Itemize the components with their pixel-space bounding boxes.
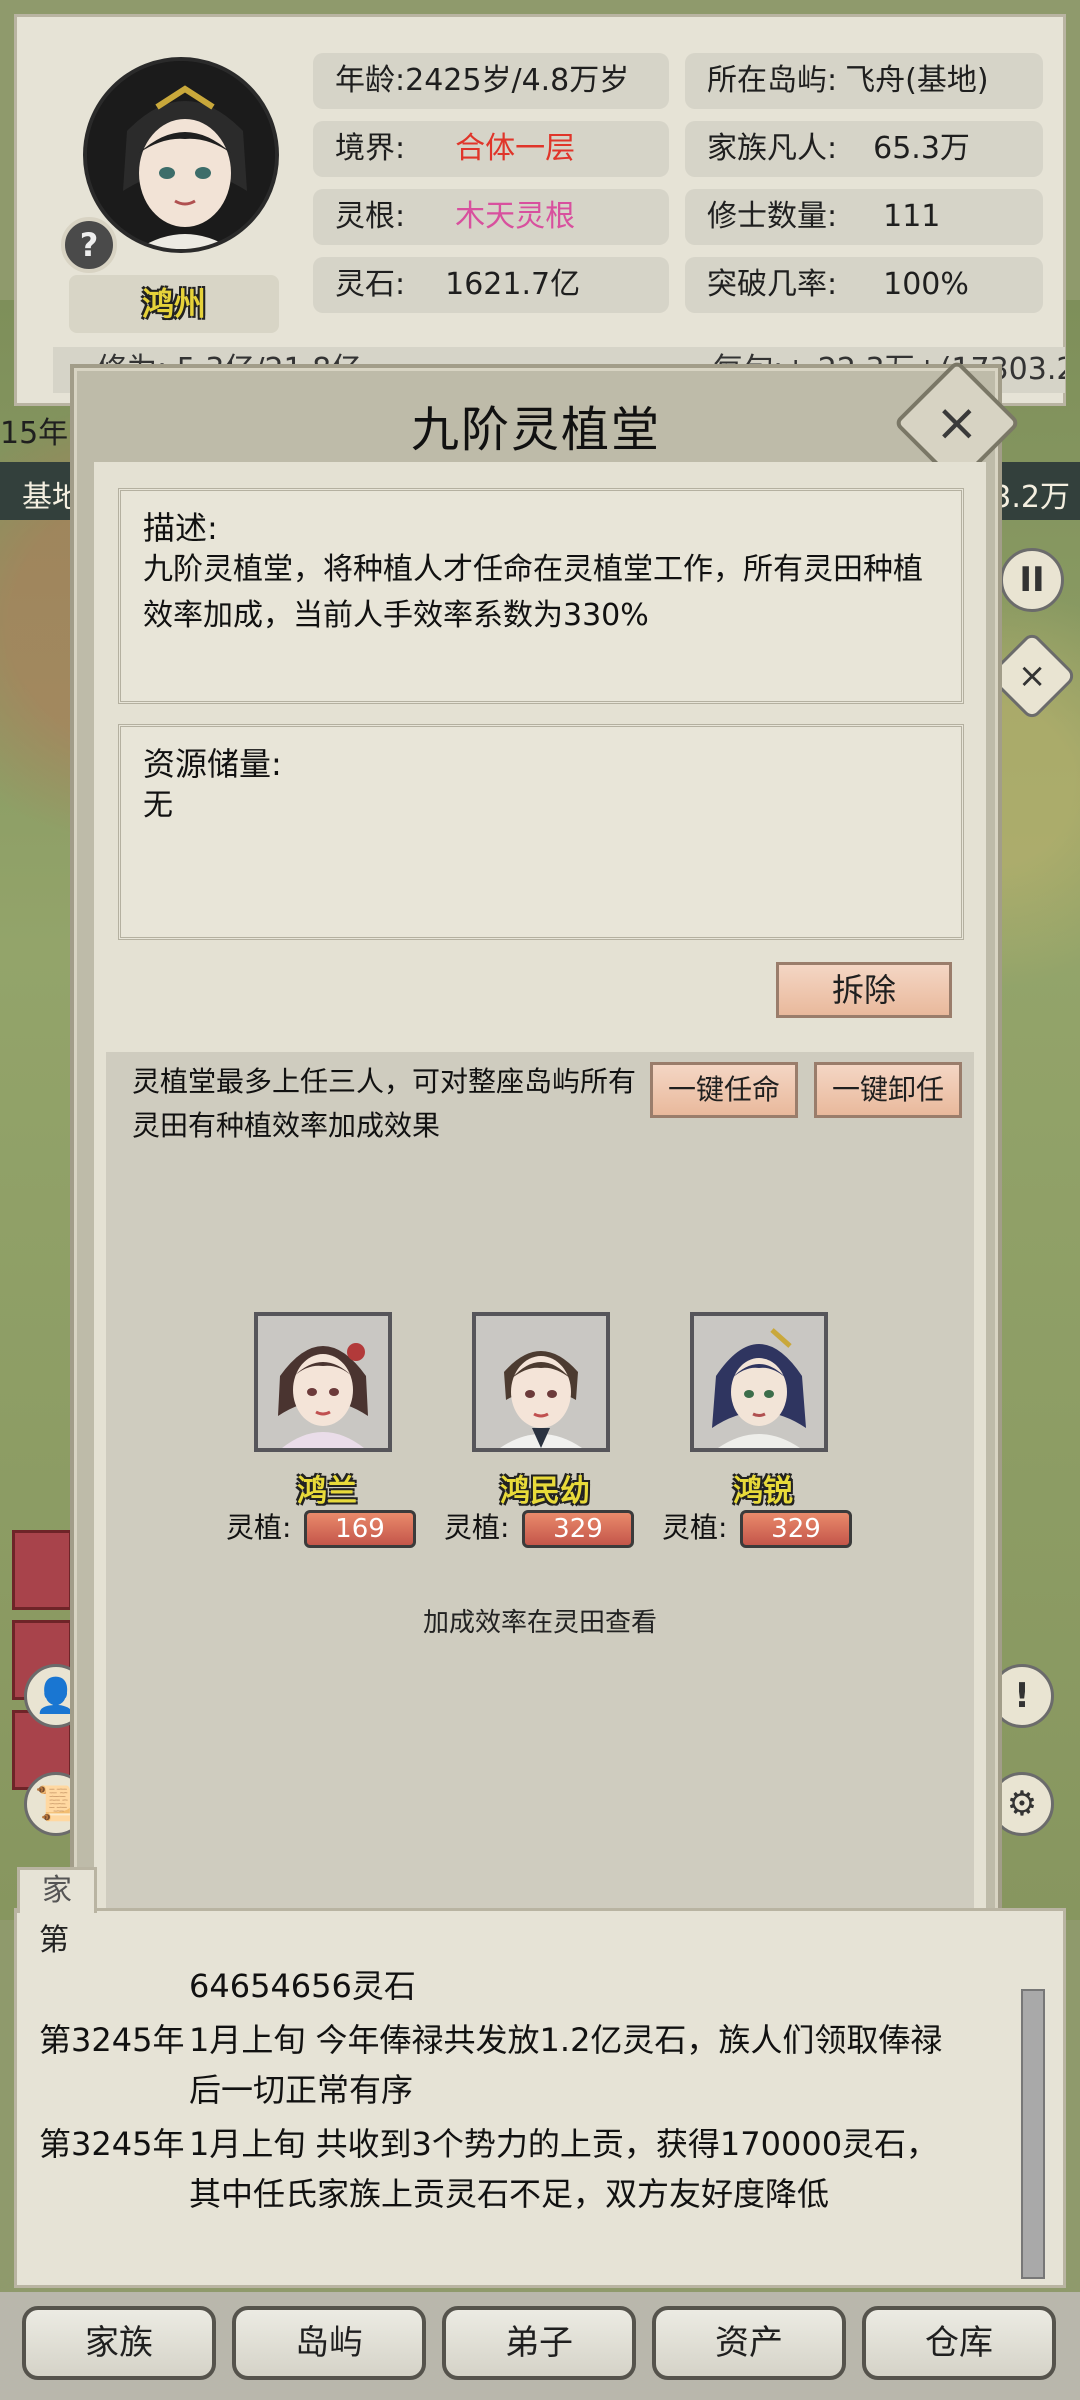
- bottom-navigation: 家族 岛屿 弟子 资产 仓库: [0, 2292, 1080, 2400]
- pause-icon: II: [1019, 560, 1045, 600]
- gear-icon: ⚙: [1006, 1784, 1038, 1824]
- family-label: 家族凡人:: [707, 131, 838, 166]
- log-entry: 第3245年 1月上旬 共收到3个势力的上贡，获得170000灵石，: [39, 2119, 938, 2165]
- close-icon: ×: [1017, 656, 1047, 696]
- appoint-all-button[interactable]: 一键任命: [650, 1062, 798, 1118]
- staff-name: 鸿民幼: [500, 1474, 590, 1509]
- status-panel: ? 鸿州 年龄:2425岁/4.8万岁 境界: 合体一层 灵根: 木天灵根 灵石: 1…: [14, 14, 1066, 406]
- skill-label: 灵植:: [444, 1511, 510, 1544]
- log-fragment: 第: [39, 1923, 69, 1958]
- resource-header: 资源储量:: [143, 745, 282, 783]
- staff-panel: 灵植堂最多上任三人，可对整座岛屿所有灵田有种植效率加成效果 一键任命 一键卸任 …: [106, 1052, 974, 1992]
- realm-stat: 境界: 合体一层: [313, 121, 669, 177]
- root-stat: 灵根: 木天灵根: [313, 189, 669, 245]
- world-bar-right: 3.2万: [992, 480, 1070, 515]
- staff-portrait[interactable]: [254, 1312, 392, 1452]
- island-label: 所在岛屿:: [707, 63, 838, 98]
- stone-stat: 灵石: 1621.7亿: [313, 257, 669, 313]
- log-year: 第3245年: [39, 2021, 185, 2059]
- nav-disciple-button[interactable]: 弟子: [442, 2306, 636, 2380]
- staff-name: 鸿兰: [297, 1474, 357, 1509]
- cultivator-stat: 修士数量: 111: [685, 189, 1043, 245]
- description-header: 描述:: [143, 509, 218, 547]
- bonus-hint: 加成效率在灵田查看: [422, 1608, 657, 1638]
- log-text: 64654656灵石: [189, 1967, 416, 2005]
- nav-warehouse-button[interactable]: 仓库: [862, 2306, 1056, 2380]
- log-scrollbar[interactable]: [1021, 1989, 1045, 2279]
- avatar-portrait: [87, 61, 275, 249]
- exclamation-icon: !: [1014, 1676, 1030, 1716]
- island-value: 飞舟(基地): [845, 63, 989, 98]
- log-year: 第3245年: [39, 2125, 185, 2163]
- age-value: 2425岁/4.8万岁: [405, 63, 630, 98]
- breakthrough-value: 100%: [883, 267, 969, 302]
- island-stat: 所在岛屿: 飞舟(基地): [685, 53, 1043, 109]
- description-text: 九阶灵植堂，将种植人才任命在灵植堂工作，所有灵田种植效率加成，当前人手效率系数为…: [143, 552, 923, 633]
- character-name: 鸿州: [69, 275, 279, 333]
- stone-label: 灵石:: [335, 267, 406, 302]
- skill-value: 329: [522, 1510, 634, 1548]
- dismiss-all-button[interactable]: 一键卸任: [814, 1062, 962, 1118]
- dialog-title: 九阶灵植堂: [410, 402, 661, 458]
- resource-box: 资源储量: 无: [118, 724, 964, 940]
- root-label: 灵根:: [335, 199, 406, 234]
- demolish-button[interactable]: 拆除: [776, 962, 952, 1018]
- log-entry: 其中任氏家族上贡灵石不足，双方友好度降低: [39, 2169, 829, 2215]
- staff-skill: 灵植: 169: [226, 1506, 416, 1548]
- cultivator-value: 111: [883, 199, 941, 234]
- nav-island-button[interactable]: 岛屿: [232, 2306, 426, 2380]
- family-value: 65.3万: [873, 131, 970, 166]
- log-entry: 64654656灵石: [39, 1961, 416, 2007]
- event-log: 家 第 64654656灵石 第3245年 1月上旬 今年俸禄共发放1.2亿灵石，…: [14, 1867, 1066, 2288]
- staff-name: 鸿锐: [733, 1474, 793, 1509]
- family-stat: 家族凡人: 65.3万: [685, 121, 1043, 177]
- staff-description: 灵植堂最多上任三人，可对整座岛屿所有灵田有种植效率加成效果: [132, 1065, 637, 1142]
- building-dialog: 九阶灵植堂 × 描述: 九阶灵植堂，将种植人才任命在灵植堂工作，所有灵田种植效率…: [70, 359, 1021, 2028]
- breakthrough-stat: 突破几率: 100%: [685, 257, 1043, 313]
- avatar[interactable]: [83, 57, 279, 253]
- log-text: 1月上旬 今年俸禄共发放1.2亿灵石，族人们领取俸禄: [189, 2021, 943, 2059]
- root-value: 木天灵根: [455, 199, 576, 234]
- stone-value: 1621.7亿: [445, 267, 581, 302]
- realm-value: 合体一层: [455, 131, 576, 166]
- breakthrough-label: 突破几率:: [707, 267, 838, 302]
- nav-assets-button[interactable]: 资产: [652, 2306, 846, 2380]
- staff-skill: 灵植: 329: [444, 1506, 634, 1548]
- resource-text: 无: [143, 788, 173, 823]
- log-text: 其中任氏家族上贡灵石不足，双方友好度降低: [189, 2175, 830, 2213]
- skill-value: 329: [740, 1510, 852, 1548]
- log-text: 1月上旬 共收到3个势力的上贡，获得170000灵石，: [189, 2125, 939, 2163]
- female-character-icon: [476, 1316, 606, 1448]
- log-entry: 第3245年 1月上旬 今年俸禄共发放1.2亿灵石，族人们领取俸禄: [39, 2015, 942, 2061]
- question-icon: ?: [79, 226, 99, 264]
- red-marker: [12, 1530, 72, 1610]
- female-character-icon: [258, 1316, 388, 1448]
- log-text: 后一切正常有序: [189, 2071, 414, 2109]
- close-icon: ×: [935, 392, 979, 453]
- male-character-icon: [694, 1316, 824, 1448]
- nav-family-button[interactable]: 家族: [22, 2306, 216, 2380]
- staff-skill: 灵植: 329: [662, 1506, 852, 1548]
- staff-portrait[interactable]: [690, 1312, 828, 1452]
- skill-label: 灵植:: [662, 1511, 728, 1544]
- age-stat: 年龄:2425岁/4.8万岁: [313, 53, 669, 109]
- description-box: 描述: 九阶灵植堂，将种植人才任命在灵植堂工作，所有灵田种植效率加成，当前人手效…: [118, 488, 964, 704]
- realm-label: 境界:: [335, 131, 406, 166]
- pause-button[interactable]: II: [1000, 548, 1064, 612]
- cultivator-label: 修士数量:: [707, 199, 838, 234]
- staff-portrait[interactable]: [472, 1312, 610, 1452]
- log-tab[interactable]: 家: [17, 1867, 97, 1913]
- help-button[interactable]: ?: [61, 217, 117, 273]
- skill-label: 灵植:: [226, 1511, 292, 1544]
- log-entry: 后一切正常有序: [39, 2065, 413, 2111]
- skill-value: 169: [304, 1510, 416, 1548]
- age-label: 年龄:: [335, 63, 406, 98]
- dialog-content: 描述: 九阶灵植堂，将种植人才任命在灵植堂工作，所有灵田种植效率加成，当前人手效…: [94, 462, 986, 2008]
